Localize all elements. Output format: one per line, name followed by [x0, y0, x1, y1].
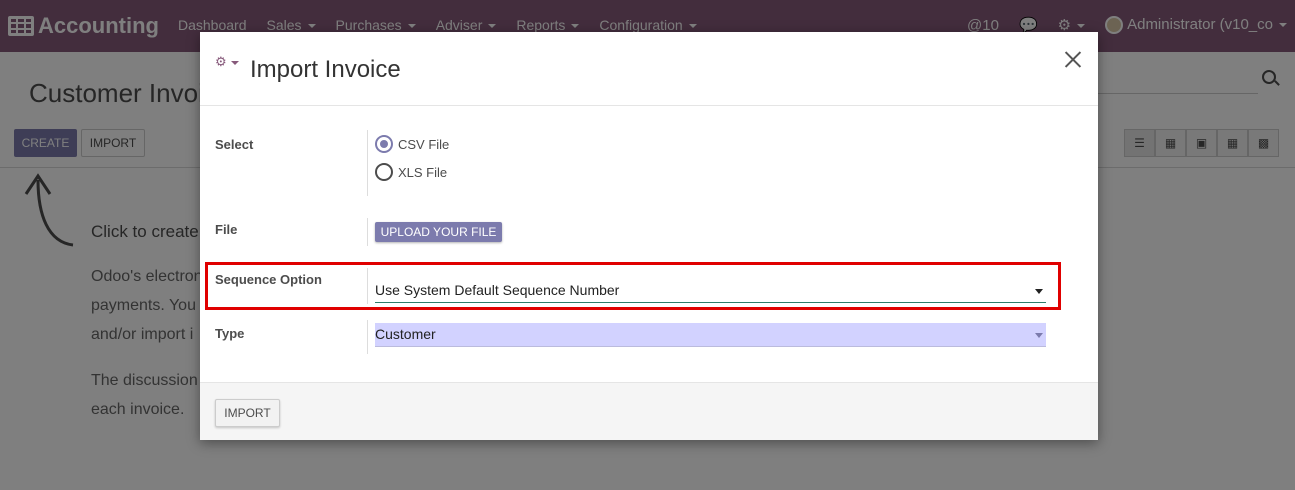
modal-footer: IMPORT	[200, 382, 1098, 440]
field-divider	[367, 130, 368, 196]
close-icon[interactable]	[1062, 48, 1084, 70]
field-divider	[367, 218, 368, 246]
radio-checked-icon[interactable]	[375, 135, 393, 153]
type-label: Type	[215, 326, 245, 341]
csv-file-option[interactable]: CSV File	[375, 135, 449, 153]
modal-header: ⚙ Import Invoice	[200, 32, 1098, 106]
chevron-down-icon	[1035, 333, 1043, 338]
field-divider	[367, 320, 368, 354]
sequence-option-value: Use System Default Sequence Number	[375, 282, 620, 298]
field-divider	[367, 268, 368, 304]
modal-title: Import Invoice	[250, 56, 401, 83]
radio-unchecked-icon[interactable]	[375, 163, 393, 181]
chevron-down-icon	[1035, 289, 1043, 294]
type-select[interactable]: Customer	[375, 323, 1046, 347]
xls-file-option[interactable]: XLS File	[375, 163, 447, 181]
debug-bug-icon[interactable]: ⚙	[215, 54, 239, 70]
xls-file-label: XLS File	[398, 164, 448, 180]
import-button[interactable]: IMPORT	[215, 399, 280, 427]
sequence-option-select[interactable]: Use System Default Sequence Number	[375, 279, 1046, 303]
sequence-option-label: Sequence Option	[215, 272, 322, 287]
csv-file-label: CSV File	[398, 136, 450, 152]
upload-file-button[interactable]: UPLOAD YOUR FILE	[375, 222, 502, 242]
import-invoice-dialog: ⚙ Import Invoice Select CSV File XLS Fil…	[200, 32, 1098, 440]
file-label: File	[215, 222, 238, 237]
type-value: Customer	[375, 326, 436, 342]
select-label: Select	[215, 137, 254, 152]
